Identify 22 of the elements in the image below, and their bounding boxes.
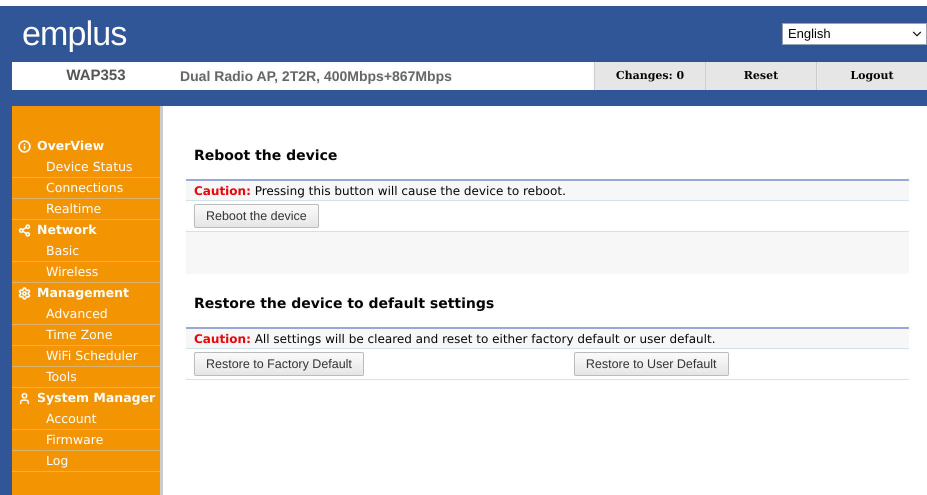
logo: emplus	[22, 14, 127, 54]
topbar-button[interactable]: Logout	[816, 62, 927, 90]
model-description: Dual Radio AP, 2T2R, 400Mbps+867Mbps	[180, 66, 453, 86]
sidebar-group-title: System Manager	[37, 389, 156, 408]
user-icon	[18, 392, 31, 405]
section-title: Restore the device to default settings	[193, 295, 496, 314]
info-icon	[18, 140, 31, 153]
caution-text: Caution: All settings will be cleared and reset to either factory default or user default.	[194, 330, 716, 348]
sidebar-group-title: Management	[37, 284, 130, 302]
sidebar-group-title: Network	[37, 221, 97, 240]
action-button[interactable]: Reboot the device	[194, 204, 319, 228]
action-button[interactable]: Restore to User Default	[574, 352, 729, 376]
language-select[interactable]: English	[782, 23, 927, 45]
share-icon	[18, 224, 31, 237]
model-name: WAP353	[65, 66, 127, 86]
action-button[interactable]: Restore to Factory Default	[194, 352, 364, 376]
caution-text: Caution: Pressing this button will cause the device to reboot.	[194, 182, 566, 200]
sidebar-group-title: OverView	[37, 137, 104, 156]
section-title: Reboot the device	[193, 147, 338, 166]
topbar-button[interactable]: Reset	[705, 62, 816, 90]
topbar-button[interactable]: Changes: 0	[594, 62, 705, 90]
gear-icon	[18, 287, 31, 300]
